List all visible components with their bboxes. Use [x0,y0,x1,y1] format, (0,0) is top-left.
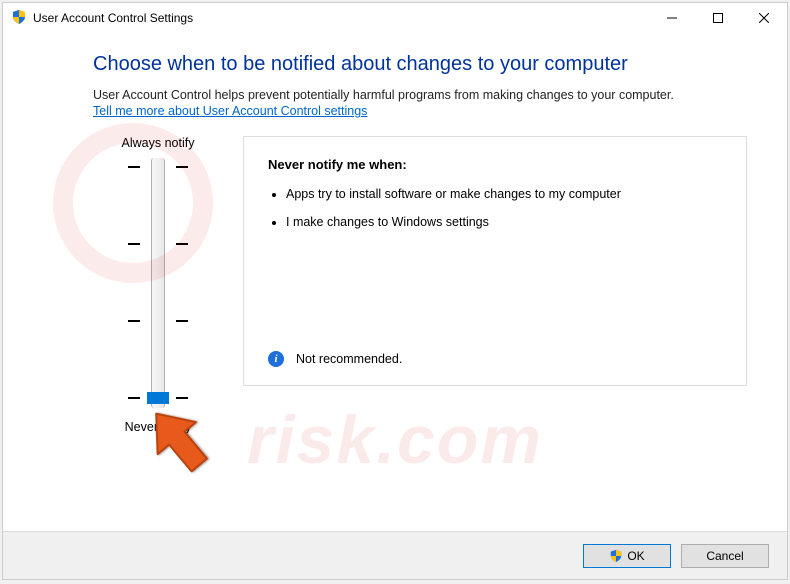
page-subtext: User Account Control helps prevent poten… [93,88,747,102]
slider-tick [128,243,188,245]
status-text: Not recommended. [296,352,402,366]
dialog-footer: OK Cancel [3,531,787,579]
page-heading: Choose when to be notified about changes… [93,53,747,76]
slider-column: Always notify Never notify [93,136,223,434]
shield-icon [609,549,623,563]
info-icon: i [268,351,284,367]
slider-top-label: Always notify [93,136,223,150]
status-row: i Not recommended. [268,351,402,367]
slider-thumb[interactable] [147,392,169,404]
titlebar: User Account Control Settings [3,3,787,33]
description-list: Apps try to install software or make cha… [286,186,722,231]
slider-tick [128,320,188,322]
minimize-button[interactable] [649,3,695,33]
notification-slider[interactable] [93,158,223,408]
shield-icon [11,9,27,28]
uac-settings-window: User Account Control Settings Choose whe… [2,2,788,580]
cancel-button[interactable]: Cancel [681,544,769,568]
ok-label: OK [627,549,644,563]
slider-tick [128,166,188,168]
content-area: Choose when to be notified about changes… [3,33,787,531]
help-link[interactable]: Tell me more about User Account Control … [93,104,367,118]
window-controls [649,3,787,33]
slider-bottom-label: Never notify [93,420,223,434]
maximize-button[interactable] [695,3,741,33]
description-title: Never notify me when: [268,157,722,172]
description-panel: Never notify me when: Apps try to instal… [243,136,747,386]
description-bullet: Apps try to install software or make cha… [286,186,722,204]
cancel-label: Cancel [706,549,743,563]
slider-track [151,158,165,408]
ok-button[interactable]: OK [583,544,671,568]
settings-body: Always notify Never notify Never notify … [93,136,747,434]
window-title: User Account Control Settings [33,11,649,25]
close-button[interactable] [741,3,787,33]
description-bullet: I make changes to Windows settings [286,214,722,232]
